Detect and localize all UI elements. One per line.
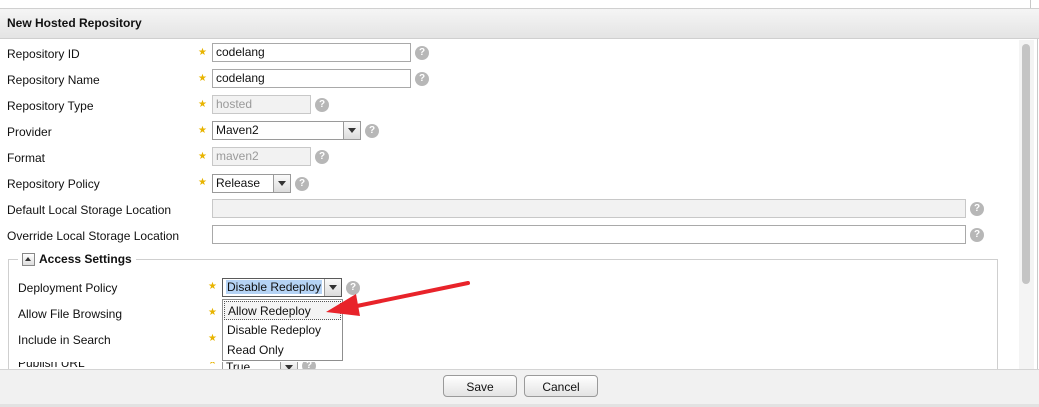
vertical-scrollbar[interactable]: [1019, 40, 1034, 370]
scrollbar-thumb[interactable]: [1022, 44, 1030, 284]
arrow-shaft: [350, 281, 470, 309]
annotation-arrow: [326, 281, 470, 316]
cancel-button[interactable]: Cancel: [524, 375, 598, 397]
save-button[interactable]: Save: [443, 375, 517, 397]
panel-footer: [0, 369, 1039, 406]
arrow-head-icon: [326, 294, 360, 316]
